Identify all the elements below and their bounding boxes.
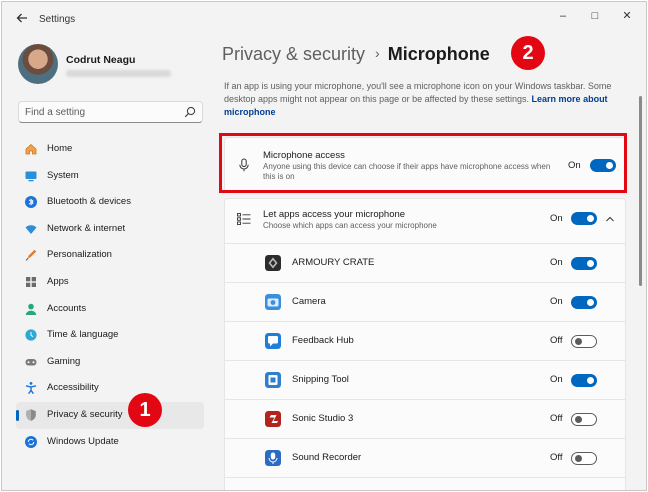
breadcrumb: Privacy & security › Microphone <box>222 44 490 70</box>
app-row-sound-recorder: Sound Recorder Off <box>224 439 626 478</box>
app-state: Off <box>550 413 563 424</box>
list-settings-icon <box>237 213 251 225</box>
avatar[interactable] <box>18 44 58 84</box>
sidebar-item-label: Home <box>47 143 73 154</box>
app-state: On <box>550 296 563 307</box>
sidebar-item-system[interactable]: System <box>16 163 204 190</box>
scrollbar[interactable] <box>639 96 642 286</box>
sidebar-item-bluetooth-devices[interactable]: Bluetooth & devices <box>16 189 204 216</box>
chevron-up-icon[interactable] <box>605 215 615 223</box>
snipping-tool-toggle[interactable] <box>571 374 597 387</box>
sidebar-item-label: Apps <box>47 275 69 287</box>
sidebar-item-label: Personalization <box>47 249 112 261</box>
personalization-icon <box>25 250 37 262</box>
app-name: Sonic Studio 3 <box>292 413 354 424</box>
annotation-badge-1: 1 <box>128 393 162 427</box>
sidebar-item-network[interactable]: Network & internet <box>16 216 204 243</box>
search-input[interactable] <box>25 105 175 120</box>
sidebar-item-windows-update[interactable]: Windows Update <box>16 429 204 456</box>
system-icon <box>25 171 37 181</box>
app-state: Off <box>550 452 563 463</box>
back-arrow-icon[interactable] <box>14 11 30 27</box>
windows-update-icon <box>25 435 37 448</box>
app-name: Sound Recorder <box>292 452 362 463</box>
page-description: If an app is using your microphone, you'… <box>224 80 626 119</box>
armoury-crate-toggle[interactable] <box>571 257 597 270</box>
app-row-partial <box>224 478 626 490</box>
armoury-crate-icon <box>265 255 281 271</box>
home-icon <box>25 143 37 155</box>
app-row-armoury-crate: ARMOURY CRATE On <box>224 244 626 283</box>
gaming-icon <box>25 358 37 366</box>
accounts-icon <box>25 303 37 315</box>
sidebar-item-privacy-security[interactable]: Privacy & security <box>16 401 204 429</box>
sound-recorder-toggle[interactable] <box>571 452 597 465</box>
app-name: Feedback Hub <box>292 335 354 346</box>
camera-toggle[interactable] <box>571 296 597 309</box>
app-row-camera: Camera On <box>224 283 626 322</box>
app-row-snipping-tool: Snipping Tool On <box>224 361 626 400</box>
sonic-studio-icon <box>265 411 281 427</box>
title-bar: Settings – □ ✕ <box>2 2 646 36</box>
sound-recorder-icon <box>265 450 281 466</box>
accessibility-icon <box>25 382 37 395</box>
sidebar-item-accessibility[interactable]: Accessibility <box>16 375 204 402</box>
app-name: ARMOURY CRATE <box>292 257 375 268</box>
sidebar-item-time-language[interactable]: Time & language <box>16 322 204 349</box>
sidebar-item-accounts[interactable]: Accounts <box>16 296 204 323</box>
privacy-shield-icon <box>26 409 36 421</box>
sidebar-item-label: System <box>47 169 79 181</box>
search-icon[interactable] <box>184 106 196 118</box>
sidebar-item-label: Gaming <box>47 355 81 367</box>
let-apps-title: Let apps access your microphone <box>263 209 406 220</box>
sidebar-item-home[interactable]: Home <box>16 136 204 163</box>
sidebar-item-label: Accessibility <box>47 382 99 394</box>
sidebar-item-personalization[interactable]: Personalization <box>16 242 204 269</box>
search-box[interactable] <box>18 101 203 123</box>
snipping-tool-icon <box>265 372 281 388</box>
app-state: On <box>550 374 563 385</box>
feedback-hub-toggle[interactable] <box>571 335 597 348</box>
apps-icon <box>26 276 36 287</box>
sidebar-nav: Home System Bluetooth & devices Network … <box>16 136 204 455</box>
app-name: Snipping Tool <box>292 374 349 385</box>
user-name: Codrut Neagu <box>66 54 136 66</box>
app-state: Off <box>550 335 563 346</box>
user-email-blurred <box>66 70 171 77</box>
page-title: Microphone <box>387 44 490 64</box>
sidebar-item-label: Privacy & security <box>47 408 123 420</box>
app-row-sonic-studio: Sonic Studio 3 Off <box>224 400 626 439</box>
app-state: On <box>550 257 563 268</box>
settings-window: Settings – □ ✕ Codrut Neagu Home System … <box>1 1 647 491</box>
annotation-highlight-box <box>219 133 627 193</box>
let-apps-toggle[interactable] <box>571 212 597 225</box>
sidebar-item-label: Windows Update <box>47 435 119 447</box>
close-button[interactable]: ✕ <box>616 8 638 24</box>
sidebar-item-label: Accounts <box>47 302 87 314</box>
sidebar-item-label: Bluetooth & devices <box>47 196 131 208</box>
sidebar-item-label: Time & language <box>47 329 119 341</box>
annotation-badge-2: 2 <box>511 36 545 70</box>
bluetooth-icon <box>25 196 37 209</box>
network-icon <box>25 225 37 234</box>
let-apps-state: On <box>550 213 563 224</box>
sidebar-item-gaming[interactable]: Gaming <box>16 349 204 376</box>
feedback-hub-icon <box>265 333 281 349</box>
app-row-feedback-hub: Feedback Hub Off <box>224 322 626 361</box>
minimize-button[interactable]: – <box>552 8 574 24</box>
app-title: Settings <box>39 14 76 25</box>
sidebar-item-apps[interactable]: Apps <box>16 269 204 296</box>
sidebar-item-label: Network & internet <box>47 222 126 234</box>
let-apps-access-card[interactable]: Let apps access your microphone Choose w… <box>224 198 626 244</box>
breadcrumb-parent[interactable]: Privacy & security <box>222 44 365 64</box>
sonic-studio-toggle[interactable] <box>571 413 597 426</box>
let-apps-subtitle: Choose which apps can access your microp… <box>263 221 437 230</box>
app-name: Camera <box>292 296 326 307</box>
time-language-icon <box>25 329 37 341</box>
breadcrumb-separator: › <box>375 45 380 61</box>
maximize-button[interactable]: □ <box>584 8 606 24</box>
camera-icon <box>265 294 281 310</box>
